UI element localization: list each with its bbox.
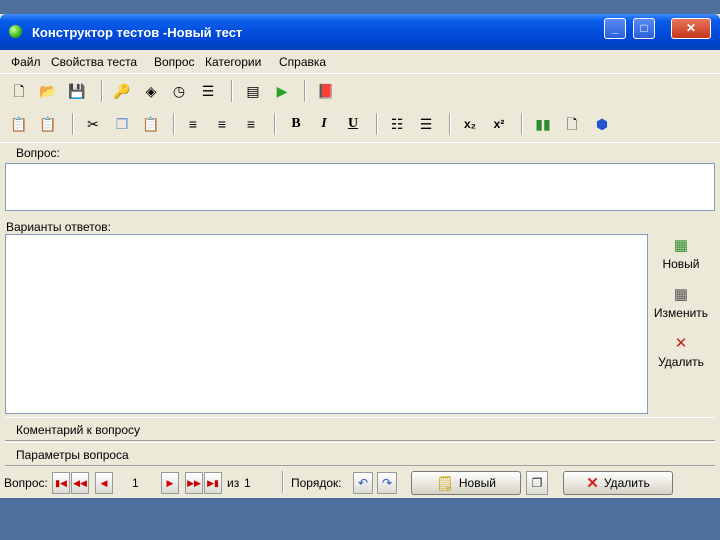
align-right-icon[interactable]: ≡ (241, 114, 261, 134)
prev-fast-button[interactable]: ◀◀ (71, 472, 89, 494)
menu-file[interactable]: Файл (11, 55, 41, 69)
align-center-icon[interactable]: ≡ (212, 114, 232, 134)
cube-icon[interactable]: ⬢ (592, 114, 612, 134)
order-label: Порядок: (291, 476, 342, 490)
app-window: Конструктор тестов -Новый тест _ □ ✕ Фай… (0, 14, 720, 498)
paste-clip-icon[interactable]: 📋 (141, 114, 161, 134)
page-icon[interactable]: 🗋 (562, 114, 582, 134)
window-title: Конструктор тестов -Новый тест (32, 25, 243, 40)
diamond-icon[interactable]: ◈ (141, 81, 161, 101)
add-table-icon: ▦ (673, 237, 689, 254)
copy-icon[interactable]: ❐ (112, 114, 132, 134)
toolbar-separator (274, 113, 276, 135)
note-icon: 🗒 (436, 474, 454, 491)
nav-separator (282, 471, 284, 493)
ordered-list-icon[interactable]: ☰ (416, 114, 436, 134)
menu-help[interactable]: Справка (279, 55, 326, 69)
app-icon (9, 25, 22, 38)
numbered-list-icon[interactable]: ☰ (198, 81, 218, 101)
menu-bar: Файл Свойства теста Вопрос Категории Спр… (0, 52, 720, 72)
subscript-icon[interactable]: x₂ (460, 114, 480, 134)
delete-question-button[interactable]: ✕ Удалить (563, 471, 673, 495)
new-answer-label: Новый (662, 257, 700, 271)
toolbar-format: 📋 📋 ✂ ❐ 📋 ≡ ≡ ≡ B I U ☷ ☰ x₂ x² ▮▮ 🗋 ⬢ (0, 111, 720, 141)
delete-question-label: Удалить (603, 476, 650, 490)
move-up-button[interactable]: ↶ (353, 472, 373, 494)
next-fast-button[interactable]: ▶▶ (185, 472, 203, 494)
edit-answer-button[interactable]: ▦ Изменить (649, 286, 713, 320)
notepad-icon[interactable]: ▤ (243, 81, 263, 101)
superscript-icon[interactable]: x² (489, 114, 509, 134)
book-icon[interactable]: 📕 (316, 81, 336, 101)
next-question-button[interactable]: ▶ (161, 472, 179, 494)
menu-categories[interactable]: Категории (205, 55, 261, 69)
delete-table-icon: ✕ (674, 335, 688, 352)
bold-icon[interactable]: B (286, 114, 306, 134)
title-bar[interactable]: Конструктор тестов -Новый тест _ □ ✕ (0, 14, 720, 50)
clock-icon[interactable]: ◷ (169, 81, 189, 101)
delete-answer-button[interactable]: ✕ Удалить (649, 335, 713, 369)
first-question-button[interactable]: ▮◀ (52, 472, 70, 494)
new-question-button[interactable]: 🗒 Новый (411, 471, 521, 495)
menu-divider (0, 73, 720, 74)
key-icon[interactable]: 🔑 (112, 81, 132, 101)
toolbar-separator (101, 80, 103, 102)
cut-icon[interactable]: ✂ (83, 114, 103, 134)
underline-icon[interactable]: U (343, 114, 363, 134)
prev-question-button[interactable]: ◀ (95, 472, 113, 494)
open-folder-icon[interactable]: 📂 (38, 81, 58, 101)
question-input[interactable] (5, 163, 715, 211)
toolbar-separator (521, 113, 523, 135)
comment-section-label: Коментарий к вопросу (16, 423, 141, 437)
close-button[interactable]: ✕ (671, 18, 711, 39)
new-file-icon[interactable]: 🗋 (9, 81, 29, 101)
copy-question-button[interactable]: ❐ (526, 471, 548, 495)
answers-label: Варианты ответов: (6, 220, 111, 234)
edit-table-icon: ▦ (673, 286, 689, 303)
minimize-button[interactable]: _ (604, 18, 626, 39)
delete-x-icon: ✕ (586, 475, 599, 492)
edit-answer-label: Изменить (653, 306, 709, 320)
toolbar-main: 🗋 📂 💾 🔑 ◈ ◷ ☰ ▤ ▶ 📕 (0, 78, 720, 108)
new-question-label: Новый (458, 476, 496, 490)
align-left-icon[interactable]: ≡ (183, 114, 203, 134)
play-icon[interactable]: ▶ (272, 81, 292, 101)
toolbar-divider (0, 142, 720, 143)
paste-icon[interactable]: 📋 (38, 114, 58, 134)
question-label: Вопрос: (16, 146, 60, 160)
paste-doc-icon[interactable]: 📋 (9, 114, 29, 134)
total-questions: 1 (244, 476, 251, 490)
move-down-button[interactable]: ↷ (377, 472, 397, 494)
params-section-label: Параметры вопроса (16, 448, 129, 462)
chart-icon[interactable]: ▮▮ (533, 114, 553, 134)
save-icon[interactable]: 💾 (67, 81, 87, 101)
comment-section[interactable]: Коментарий к вопросу (5, 417, 715, 441)
toolbar-separator (173, 113, 175, 135)
nav-question-label: Вопрос: (4, 476, 48, 490)
of-label: из (227, 476, 240, 490)
toolbar-separator (376, 113, 378, 135)
menu-question[interactable]: Вопрос (154, 55, 195, 69)
italic-icon[interactable]: I (314, 114, 334, 134)
delete-answer-label: Удалить (658, 355, 704, 369)
answers-list[interactable] (5, 234, 648, 414)
new-answer-button[interactable]: ▦ Новый (649, 237, 713, 271)
menu-test-properties[interactable]: Свойства теста (51, 55, 137, 69)
bullet-list-icon[interactable]: ☷ (387, 114, 407, 134)
toolbar-separator (231, 80, 233, 102)
toolbar-separator (304, 80, 306, 102)
params-section[interactable]: Параметры вопроса (5, 442, 715, 466)
toolbar-separator (72, 113, 74, 135)
last-question-button[interactable]: ▶▮ (204, 472, 222, 494)
current-question-number: 1 (132, 476, 139, 490)
toolbar-separator (449, 113, 451, 135)
maximize-button[interactable]: □ (633, 18, 655, 39)
